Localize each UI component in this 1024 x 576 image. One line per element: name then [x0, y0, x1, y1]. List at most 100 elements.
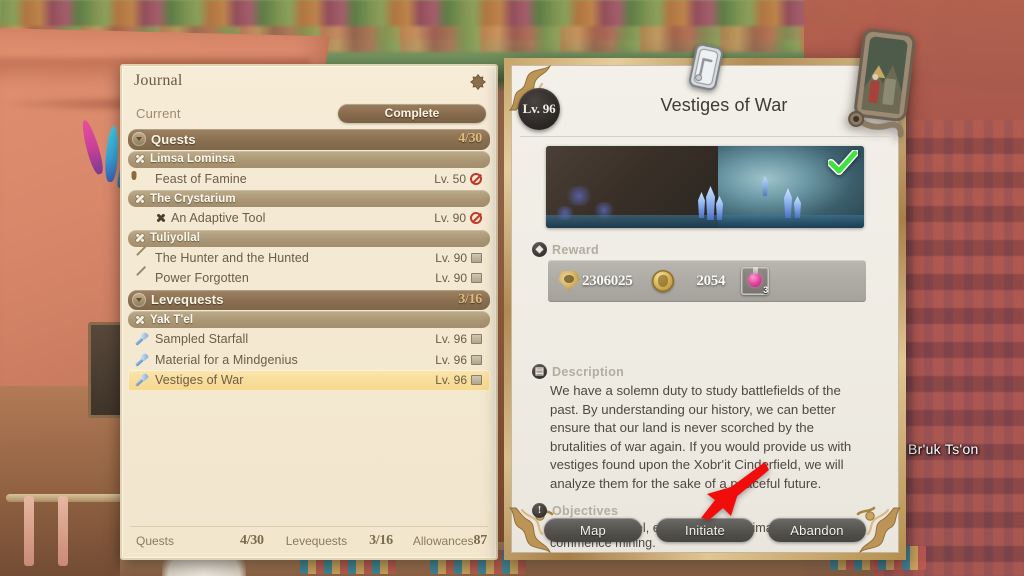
- description-text: We have a solemn duty to study battlefie…: [550, 383, 852, 491]
- background-post: [58, 496, 68, 566]
- quest-row[interactable]: Sampled Starfall Lv. 96: [128, 329, 490, 350]
- background-post: [24, 496, 34, 566]
- detail-button-bar: Map Initiate Abandon: [518, 514, 892, 546]
- journal-titlebar[interactable]: Journal: [122, 66, 496, 100]
- description-section-title: Description: [552, 364, 625, 379]
- reward-item[interactable]: 3: [741, 267, 770, 295]
- quest-list[interactable]: Quests 4/30 Limsa Lominsa Feast of Famine Lv…: [128, 128, 490, 524]
- quest-category-label: Quests: [151, 131, 196, 147]
- quest-zone-row: Limsa Lominsa: [128, 150, 490, 168]
- journal-tab-row: Current Complete: [122, 100, 496, 126]
- quest-zone-row: Yak T'el: [128, 311, 490, 328]
- book-icon: [471, 354, 482, 365]
- quest-level: Lv. 90: [434, 211, 466, 226]
- tab-current[interactable]: Current: [136, 106, 181, 121]
- quest-zone-label: The Crystarium: [150, 192, 236, 205]
- thumbnail-moss: [554, 206, 576, 220]
- quest-row[interactable]: The Hunter and the Hunted Lv. 90: [128, 248, 490, 269]
- quest-category-label: Levequests: [151, 292, 224, 308]
- quest-row[interactable]: Feast of Famine Lv. 50: [128, 169, 490, 190]
- reward-section-title: Reward: [552, 242, 599, 257]
- quest-level: Lv. 90: [435, 250, 467, 265]
- quest-level-badge: Lv. 96: [518, 88, 560, 130]
- journal-footer: Quests 4/30 Levequests 3/16 Allowances 8…: [130, 526, 488, 554]
- footer-quests-label: Quests: [136, 533, 175, 548]
- quest-label: The Hunter and the Hunted: [155, 250, 309, 265]
- collapse-arrow-icon[interactable]: [132, 132, 146, 147]
- no-drop-icon: [470, 212, 482, 225]
- tab-complete-label: Complete: [384, 106, 440, 120]
- potion-item-icon[interactable]: 3: [741, 267, 770, 295]
- journal-title: Journal: [134, 72, 183, 89]
- quest-label: Sampled Starfall: [155, 332, 249, 347]
- no-drop-icon: [470, 172, 482, 185]
- tab-complete[interactable]: Complete: [338, 103, 486, 123]
- quest-zone-row: The Crystarium: [128, 190, 490, 207]
- initiate-button[interactable]: Initiate: [656, 518, 754, 542]
- zone-diamond-icon: [134, 314, 145, 325]
- quest-title: Vestiges of War: [660, 95, 788, 115]
- quest-zone-label: Limsa Lominsa: [150, 153, 236, 165]
- reward-exp-value: 2306025: [582, 272, 633, 289]
- abandon-button-label: Abandon: [790, 522, 844, 538]
- journal-window: Journal Current Complete Quests 4/30 Limsa…: [120, 64, 498, 560]
- quest-zone-label: Yak T'el: [150, 313, 194, 326]
- quest-row-selected[interactable]: Vestiges of War Lv. 96: [128, 370, 490, 391]
- quest-category-row[interactable]: Quests 4/30: [128, 129, 490, 150]
- quest-row[interactable]: An Adaptive Tool Lv. 90: [128, 208, 490, 229]
- collapse-arrow-icon[interactable]: [132, 292, 146, 307]
- close-icon[interactable]: [468, 72, 488, 92]
- quest-label: Material for a Mindgenius: [155, 352, 298, 367]
- quest-level: Lv. 96: [435, 352, 467, 367]
- footer-levequests-value: 3/16: [369, 532, 393, 548]
- footer-allowances-value: 87: [473, 532, 488, 548]
- quest-category-row[interactable]: Levequests 3/16: [128, 289, 490, 310]
- map-button[interactable]: Map: [544, 518, 642, 542]
- zone-diamond-icon: [134, 154, 145, 165]
- quest-label: Feast of Famine: [155, 171, 247, 186]
- reward-gil: 2054: [652, 270, 726, 292]
- book-icon: [471, 334, 482, 345]
- detail-divider: [520, 136, 890, 137]
- description-section-header: ▤ Description: [532, 364, 624, 379]
- thumbnail-moss: [592, 202, 616, 218]
- reward-gil-value: 2054: [696, 272, 726, 289]
- zone-diamond-icon: [134, 233, 145, 244]
- book-icon: [471, 273, 482, 284]
- abandon-button[interactable]: Abandon: [768, 518, 866, 542]
- gil-icon: [652, 270, 675, 292]
- reward-item-qty: 3: [763, 285, 769, 295]
- quest-level: Lv. 50: [434, 171, 466, 186]
- zone-diamond-icon: [134, 193, 145, 204]
- initiate-button-label: Initiate: [685, 522, 725, 538]
- quest-level-text: Lv. 96: [522, 101, 556, 116]
- quest-label: Power Forgotten: [155, 271, 249, 286]
- mini-diamond-icon: [155, 212, 167, 224]
- quest-row[interactable]: Material for a Mindgenius Lv. 96: [128, 350, 490, 371]
- quest-category-count: 4/30: [458, 131, 482, 147]
- quest-level: Lv. 96: [435, 332, 467, 347]
- reward-icon: ◆: [532, 242, 547, 257]
- thumbnail-water: [546, 214, 864, 228]
- footer-allowances-label: Allowances: [412, 533, 474, 548]
- reward-exp: 2306025: [558, 271, 633, 291]
- quest-zone-row: Tuliyollal: [128, 229, 490, 247]
- book-icon: [471, 375, 482, 386]
- potion-glyph: [748, 272, 762, 287]
- footer-quests-value: 4/30: [240, 532, 264, 548]
- quest-category-count: 3/16: [458, 291, 482, 307]
- green-check-icon: [827, 149, 859, 176]
- exp-icon: [558, 271, 580, 291]
- description-icon: ▤: [532, 364, 547, 379]
- quest-level: Lv. 90: [435, 271, 467, 286]
- book-icon: [471, 252, 482, 263]
- footer-levequests-label: Levequests: [285, 533, 348, 548]
- quest-label: Vestiges of War: [155, 373, 244, 388]
- quest-row[interactable]: Power Forgotten Lv. 90: [128, 268, 490, 289]
- thumbnail-moss: [564, 186, 594, 206]
- quest-zone-label: Tuliyollal: [150, 232, 200, 244]
- quest-level: Lv. 96: [435, 373, 467, 388]
- reward-section-header: ◆ Reward: [532, 242, 599, 257]
- npc-nameplate: Br'uk Ts'on: [908, 441, 979, 457]
- reward-box: 2306025 2054 3: [548, 260, 866, 302]
